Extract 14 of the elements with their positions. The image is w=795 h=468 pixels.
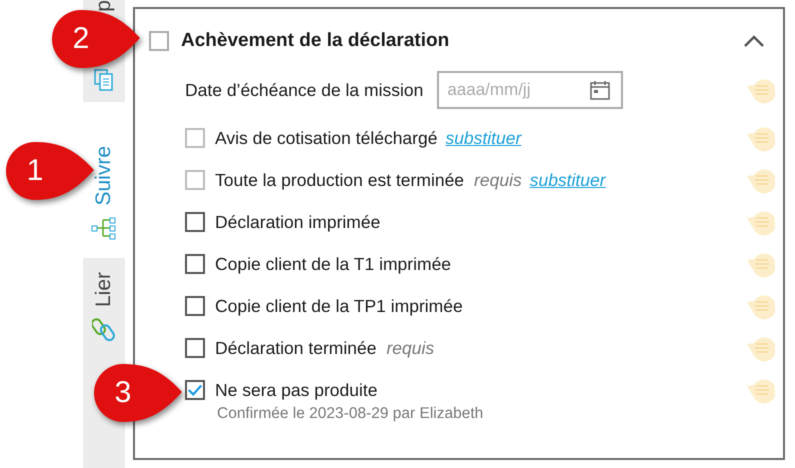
callout-tooltip: 3 [92, 362, 184, 424]
section-title: Achèvement de la déclaration [181, 30, 450, 52]
checkbox-label: Copie client de la T1 imprimée [215, 254, 452, 274]
checkbox-label: Ne sera pas produite [215, 380, 378, 400]
required-note: requis [474, 170, 522, 190]
field-label: Date d’échéance de la mission [185, 80, 424, 100]
confirmation-text: Confirmée le 2023-08-29 par Elizabeth [217, 405, 484, 423]
callout-tooltip: 1 [4, 140, 96, 202]
checkbox-label: Déclaration terminée [215, 338, 376, 358]
checkbox-label: Toute la production est terminée [215, 170, 464, 190]
required-note: requis [386, 338, 434, 358]
checkbox-label: Copie client de la TP1 imprimée [215, 296, 463, 316]
checkbox-label: Avis de cotisation téléchargé [215, 128, 438, 148]
checkbox-label: Déclaration imprimée [215, 212, 380, 232]
